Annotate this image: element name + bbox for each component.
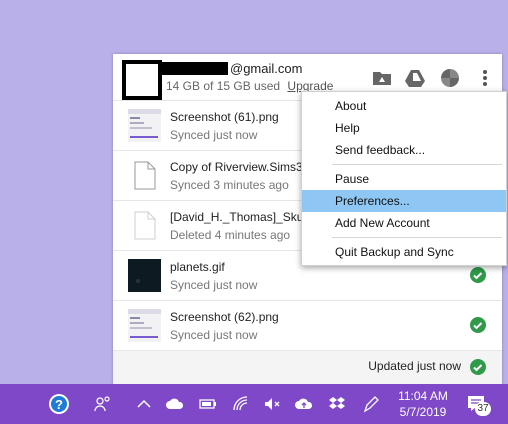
options-menu: About Help Send feedback... Pause Preference… [301,91,507,266]
menu-item-add-new-account[interactable]: Add New Account [302,212,506,234]
sync-status-text: Updated just now [368,359,461,373]
pen-icon[interactable] [361,394,381,414]
file-row[interactable]: Screenshot (62).png Synced just now [113,300,502,350]
check-circle-icon [470,359,486,375]
image-thumbnail [128,309,161,342]
clock-time: 11:04 AM [398,389,448,403]
file-name: [David_H._Thomas]_Sku [170,210,304,224]
avatar[interactable] [122,60,162,100]
more-vert-icon[interactable] [474,67,496,89]
file-icon [134,211,156,240]
google-photos-icon[interactable] [439,67,461,89]
svg-text:?: ? [55,397,63,412]
menu-item-help[interactable]: Help [302,117,506,139]
cloud-upload-icon[interactable] [294,394,314,414]
menu-item-about[interactable]: About [302,95,506,117]
menu-separator [332,237,502,238]
help-icon[interactable]: ? [48,393,70,415]
volume-muted-icon[interactable] [262,394,282,414]
check-circle-icon [470,267,486,283]
wifi-icon[interactable] [231,394,251,414]
notification-count-badge: 37 [475,402,491,416]
file-name: Screenshot (62).png [170,310,279,324]
cloud-icon[interactable] [165,394,185,414]
image-thumbnail [128,259,161,292]
menu-item-preferences[interactable]: Preferences... [302,190,506,212]
account-email: @gmail.com [230,61,303,76]
file-name: Screenshot (61).png [170,110,279,124]
file-status: Synced just now [170,128,258,142]
clock-date: 5/7/2019 [399,405,447,419]
file-status: Synced 3 minutes ago [170,178,289,192]
file-name: Copy of Riverview.Sims3 [170,160,303,174]
file-status: Synced just now [170,278,258,292]
chevron-up-icon[interactable] [134,394,154,414]
taskbar: ? 11:04 AM 5/7/2019 37 [0,384,508,424]
taskbar-clock[interactable]: 11:04 AM 5/7/2019 [392,388,454,420]
redacted-name [162,62,228,75]
people-icon[interactable] [93,394,113,414]
menu-item-quit-backup-and-sync[interactable]: Quit Backup and Sync [302,241,506,263]
file-icon [134,161,156,190]
check-circle-icon [470,317,486,333]
menu-separator [332,164,502,165]
battery-icon[interactable] [198,394,218,414]
storage-usage-text: 14 GB of 15 GB used [166,79,281,93]
menu-item-pause[interactable]: Pause [302,168,506,190]
file-status: Deleted 4 minutes ago [170,228,291,242]
dropbox-icon[interactable] [327,394,347,414]
menu-item-send-feedback[interactable]: Send feedback... [302,139,506,161]
file-status: Synced just now [170,328,258,342]
file-name: planets.gif [170,260,225,274]
folder-icon[interactable] [371,67,393,89]
sync-status-bar: Updated just now [113,350,502,384]
image-thumbnail [128,109,161,142]
google-drive-icon[interactable] [404,67,426,89]
